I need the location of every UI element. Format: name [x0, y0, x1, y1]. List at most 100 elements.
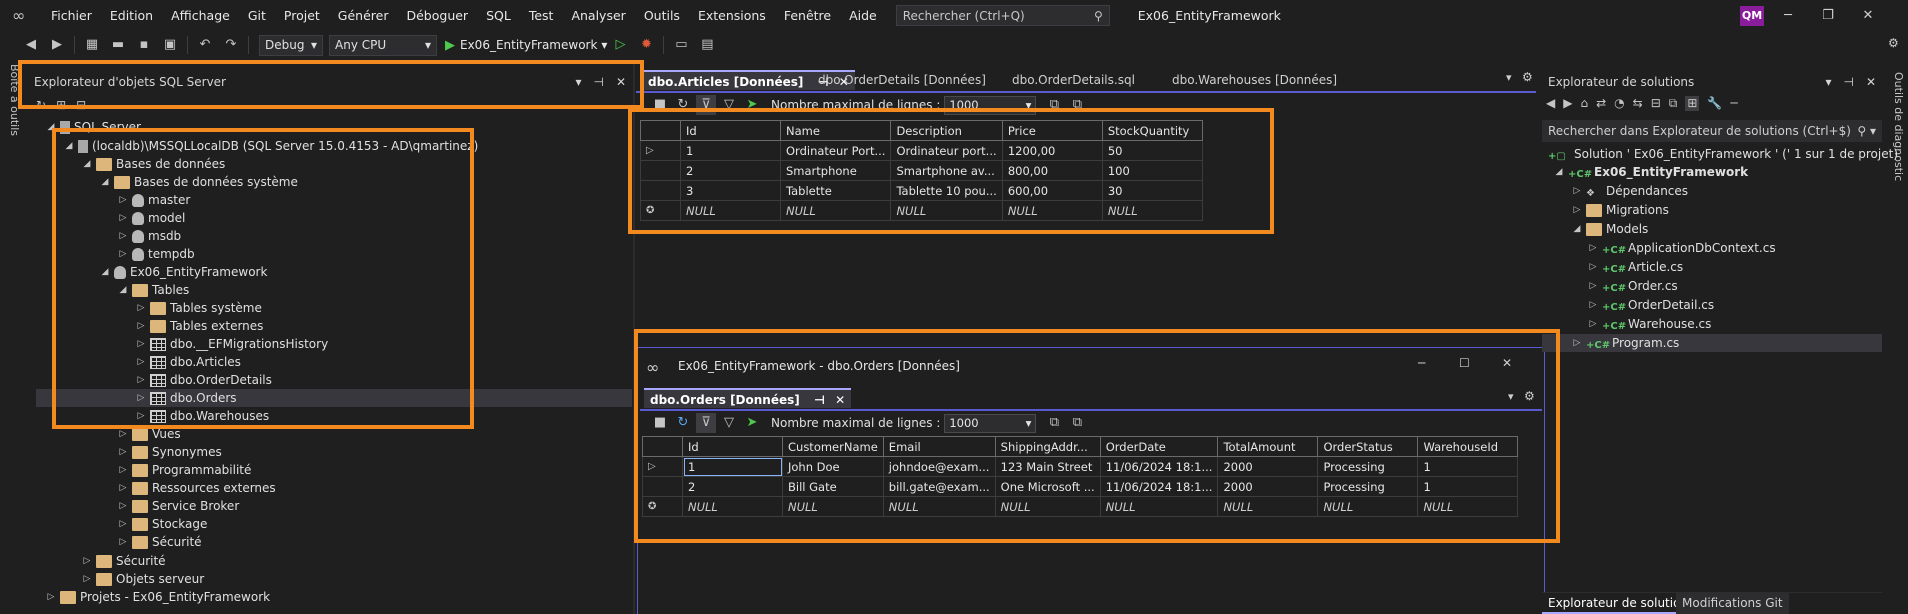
max-rows-select[interactable]: 1000 ▾	[944, 413, 1037, 433]
tree-node-file[interactable]: ▷ +C# Order.cs	[1586, 277, 1678, 295]
column-header[interactable]: Description	[890, 120, 1003, 141]
grid-cell[interactable]: One Microsoft ...	[994, 476, 1101, 497]
grid-cell[interactable]: NULL	[782, 496, 884, 517]
toolbox-tab[interactable]: Boîte à outils	[8, 64, 21, 136]
grid-cell[interactable]: 123 Main Street	[994, 456, 1101, 477]
grid-cell[interactable]: 1	[680, 140, 781, 161]
tree-node-system-databases[interactable]: ◢ Bases de données système	[98, 173, 298, 191]
minimize-window-icon[interactable]: ─	[1418, 356, 1425, 370]
menu-edition[interactable]: Edition	[101, 0, 162, 31]
diagnostic-tools-tab[interactable]: Outils de diagnostic	[1892, 72, 1905, 181]
tree-node-dependencies[interactable]: ▷ ❖ Dépendances	[1570, 182, 1689, 200]
script-icon[interactable]: ⧉	[1044, 413, 1064, 433]
settings-icon[interactable]: ⚙	[1524, 389, 1535, 403]
start-without-debugging-icon[interactable]: ▷	[609, 34, 631, 56]
tab-warehouses-data[interactable]: dbo.Warehouses [Données]	[1166, 70, 1343, 90]
grid-cell[interactable]: NULL	[1417, 496, 1519, 517]
column-header[interactable]: ShippingAddr...	[994, 436, 1101, 457]
tree-node-orders[interactable]: ▷ dbo.Orders	[134, 389, 237, 407]
back-icon[interactable]: ◀	[1546, 96, 1555, 111]
pin-icon[interactable]: ⊣	[1843, 75, 1853, 89]
max-rows-select[interactable]: 1000 ▾	[944, 95, 1037, 115]
tree-node-localdb[interactable]: ◢ (localdb)\MSSQLLocalDB (SQL Server 15.0…	[62, 137, 479, 155]
grid-cell[interactable]: NULL	[1217, 496, 1319, 517]
visual-studio-logo-icon[interactable]: ∞	[12, 7, 34, 24]
grid-cell[interactable]: 30	[1101, 180, 1203, 201]
tab-git-changes[interactable]: Modifications Git	[1676, 592, 1789, 614]
tree-node-master[interactable]: ▷ master	[116, 191, 191, 209]
row-header[interactable]	[642, 476, 683, 497]
tree-node-warehouses[interactable]: ▷ dbo.Warehouses	[134, 407, 270, 425]
current-row-indicator-icon[interactable]: ▷	[640, 140, 681, 161]
column-header[interactable]: Id	[682, 436, 783, 457]
menu-analyser[interactable]: Analyser	[562, 0, 634, 31]
navigate-back-icon[interactable]: ◀	[20, 34, 42, 56]
tree-node-external-tables[interactable]: ▷ Tables externes	[134, 317, 264, 335]
new-project-icon[interactable]: ▦	[81, 34, 103, 56]
panel-dropdown-icon[interactable]: ▾	[575, 75, 581, 89]
tree-node-server-objects[interactable]: ▷ Objets serveur	[80, 570, 205, 588]
properties-icon[interactable]: 🔧	[1707, 96, 1722, 111]
grid-cell[interactable]: 2000	[1217, 456, 1319, 477]
menu-fichier[interactable]: Fichier	[42, 0, 101, 31]
tab-orderdetails-data[interactable]: dbo.OrderDetails [Données]	[812, 70, 992, 90]
execute-icon[interactable]: ➤	[742, 413, 762, 433]
panel-splitter[interactable]	[633, 64, 635, 614]
run-button[interactable]: ▶ Ex06_EntityFramework ▾	[445, 38, 607, 53]
grid-cell[interactable]: 600,00	[1001, 180, 1103, 201]
filter-icon[interactable]: ⊽	[696, 95, 716, 115]
grid-cell[interactable]: bill.gate@exam...	[882, 476, 996, 497]
menu-aide[interactable]: Aide	[840, 0, 886, 31]
tree-node-migrations[interactable]: ▷ Migrations	[1570, 201, 1669, 219]
table-row[interactable]: 3 Tablette Tablette 10 pou... 600,00 30	[640, 180, 1203, 201]
grid-cell[interactable]: NULL	[682, 496, 783, 517]
export-icon[interactable]: ⧉	[1067, 413, 1087, 433]
grid-cell[interactable]: NULL	[680, 200, 781, 221]
grid-cell[interactable]: 2	[682, 476, 783, 497]
grid-cell[interactable]: 800,00	[1001, 160, 1103, 181]
save-all-icon[interactable]: ▣	[159, 34, 181, 56]
tree-node-programmability[interactable]: ▷ Programmabilité	[116, 461, 252, 479]
stop-icon[interactable]: ■	[650, 413, 670, 433]
execute-icon[interactable]: ➤	[742, 95, 762, 115]
menu-sql[interactable]: SQL	[477, 0, 520, 31]
redo-icon[interactable]: ↷	[220, 34, 242, 56]
grid-cell[interactable]: Smartphone	[779, 160, 892, 181]
grid-cell[interactable]: 1	[1417, 456, 1519, 477]
tree-node-orderdetails[interactable]: ▷ dbo.OrderDetails	[134, 371, 272, 389]
tree-node-file[interactable]: ▷ +C# ApplicationDbContext.cs	[1586, 239, 1776, 257]
switch-views-icon[interactable]: ⇄	[1596, 96, 1606, 111]
grid-cell[interactable]: Processing	[1317, 456, 1419, 477]
maximize-window-icon[interactable]: ☐	[1459, 356, 1470, 370]
filter-sort-icon[interactable]: ▽	[719, 413, 739, 433]
tree-node-project[interactable]: ◢ +C# Ex06_EntityFramework	[1552, 163, 1749, 181]
menu-projet[interactable]: Projet	[275, 0, 329, 31]
user-avatar[interactable]: QM	[1740, 6, 1764, 26]
connect-icon[interactable]: ⊟	[76, 98, 86, 112]
new-row[interactable]: ✪ NULL NULL NULL NULL NULL NULL NULL NUL…	[642, 496, 1519, 517]
solution-search-input[interactable]: Rechercher dans Explorateur de solutions…	[1542, 120, 1882, 142]
menu-affichage[interactable]: Affichage	[162, 0, 239, 31]
minus-icon[interactable]: ─	[1730, 96, 1737, 111]
tree-node-model[interactable]: ▷ model	[116, 209, 186, 227]
menu-extensions[interactable]: Extensions	[689, 0, 775, 31]
close-window-icon[interactable]: ✕	[1848, 0, 1888, 31]
grid-cell[interactable]: NULL	[1101, 200, 1203, 221]
menu-test[interactable]: Test	[520, 0, 563, 31]
tab-list-dropdown-icon[interactable]: ▾	[1508, 390, 1514, 403]
collapse-all-icon[interactable]: ⊟	[1651, 96, 1661, 111]
tree-node-ef-migrations[interactable]: ▷ dbo.__EFMigrationsHistory	[134, 335, 329, 353]
menu-outils[interactable]: Outils	[635, 0, 689, 31]
grid-cell[interactable]: Ordinateur Port...	[779, 140, 892, 161]
window-layout-icon[interactable]: ▤	[696, 34, 718, 56]
row-header[interactable]	[640, 180, 681, 201]
close-icon[interactable]: ✕	[835, 393, 845, 407]
grid-cell[interactable]: 3	[680, 180, 781, 201]
sync-icon[interactable]: ⇆	[1633, 96, 1643, 111]
tree-node-tables[interactable]: ◢ Tables	[116, 281, 190, 299]
hot-reload-icon[interactable]: ✹	[635, 34, 657, 56]
tree-node-file[interactable]: ▷ +C# Warehouse.cs	[1586, 315, 1712, 333]
tree-node-databases[interactable]: ◢ Bases de données	[80, 155, 226, 173]
tree-node-sql-server[interactable]: ◢ SQL Server	[44, 118, 141, 136]
tree-node-msdb[interactable]: ▷ msdb	[116, 227, 182, 245]
